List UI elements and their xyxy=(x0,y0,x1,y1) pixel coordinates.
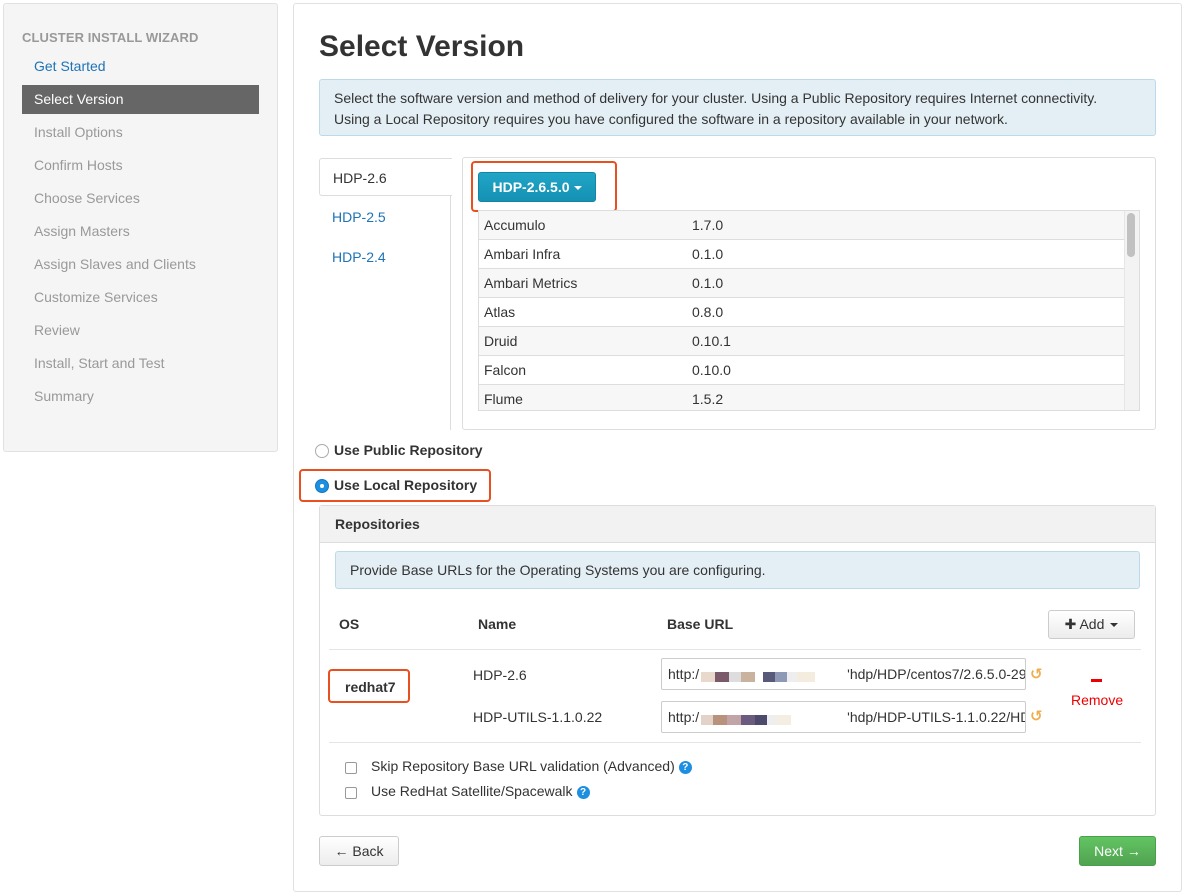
intro-line-1: Select the software version and method o… xyxy=(334,90,1098,106)
service-version: 0.1.0 xyxy=(692,275,724,291)
service-name: Flume xyxy=(484,391,523,407)
service-version: 0.8.0 xyxy=(692,304,724,320)
satellite-label: Use RedHat Satellite/Spacewalk? xyxy=(371,783,590,799)
step-review: Review xyxy=(34,322,80,338)
remove-os-link[interactable]: Remove xyxy=(1071,692,1123,708)
wizard-title: CLUSTER INSTALL WIZARD xyxy=(22,30,199,45)
step-customize-services: Customize Services xyxy=(34,289,158,305)
next-button[interactable]: Next → xyxy=(1079,836,1156,866)
service-version: 0.10.0 xyxy=(692,362,731,378)
remove-icon[interactable] xyxy=(1091,679,1102,682)
table-row: Flume 1.5.2 xyxy=(479,385,1139,410)
help-icon[interactable]: ? xyxy=(576,786,590,799)
add-label: Add xyxy=(1079,616,1105,632)
base-url-hdp-input[interactable]: http:/ 'hdp/HDP/centos7/2.6.5.0-292 xyxy=(661,658,1026,690)
services-table: Accumulo 1.7.0 Ambari Infra 0.1.0 Ambari M… xyxy=(478,210,1140,411)
plus-icon: ✚ xyxy=(1064,616,1077,632)
add-os-button[interactable]: ✚ Add xyxy=(1048,610,1135,639)
url-suffix: 'hdp/HDP/centos7/2.6.5.0-292 xyxy=(847,666,1026,682)
service-name: Atlas xyxy=(484,304,516,320)
step-summary: Summary xyxy=(34,388,94,404)
undo-icon[interactable]: ↺ xyxy=(1030,665,1043,683)
step-assign-masters: Assign Masters xyxy=(34,223,130,239)
url-prefix: http:/ xyxy=(668,709,700,725)
radio-public-repo[interactable] xyxy=(315,444,329,458)
base-url-hdp-utils-input[interactable]: http:/ 'hdp/HDP-UTILS-1.1.0.22/HDP-I xyxy=(661,701,1026,733)
version-tabs: HDP-2.6 HDP-2.5 HDP-2.4 xyxy=(319,158,463,430)
blurred-host xyxy=(701,660,845,689)
wizard-steps: Get Started Select Version Install Optio… xyxy=(22,52,259,415)
satellite-text: Use RedHat Satellite/Spacewalk xyxy=(371,783,573,799)
undo-icon[interactable]: ↺ xyxy=(1030,707,1043,725)
service-version: 0.1.0 xyxy=(692,246,724,262)
satellite-checkbox[interactable] xyxy=(345,787,357,799)
step-install-start-test: Install, Start and Test xyxy=(34,355,165,371)
skip-validation-label: Skip Repository Base URL validation (Adv… xyxy=(371,758,692,774)
step-assign-slaves: Assign Slaves and Clients xyxy=(34,256,196,272)
table-row: Falcon 0.10.0 xyxy=(479,356,1139,385)
step-install-options: Install Options xyxy=(34,124,123,140)
service-name: Ambari Metrics xyxy=(484,275,578,291)
service-name: Ambari Infra xyxy=(484,246,561,262)
tab-hdp-2-5[interactable]: HDP-2.5 xyxy=(319,198,451,236)
url-suffix: 'hdp/HDP-UTILS-1.1.0.22/HDP-I xyxy=(847,709,1025,725)
service-version: 0.10.1 xyxy=(692,333,731,349)
table-row: Accumulo 1.7.0 xyxy=(479,211,1139,240)
radio-public-label[interactable]: Use Public Repository xyxy=(334,442,483,458)
step-choose-services: Choose Services xyxy=(34,190,140,206)
wizard-sidebar: CLUSTER INSTALL WIZARD Get Started Selec… xyxy=(3,3,278,452)
tab-divider xyxy=(450,196,451,430)
tab-hdp-2-4[interactable]: HDP-2.4 xyxy=(319,238,451,276)
step-confirm-hosts: Confirm Hosts xyxy=(34,157,123,173)
repositories-header: Repositories xyxy=(320,506,1155,543)
table-row: Atlas 0.8.0 xyxy=(479,298,1139,327)
service-name: Druid xyxy=(484,333,518,349)
table-row: Druid 0.10.1 xyxy=(479,327,1139,356)
url-prefix: http:/ xyxy=(668,666,700,682)
services-scroll-thumb[interactable] xyxy=(1127,213,1135,257)
repo-name-hdp-utils: HDP-UTILS-1.1.0.22 xyxy=(473,709,603,725)
divider xyxy=(329,742,1141,743)
intro-line-2: Using a Local Repository requires you ha… xyxy=(334,111,1008,127)
table-row: Ambari Metrics 0.1.0 xyxy=(479,269,1139,298)
help-icon[interactable]: ? xyxy=(678,761,692,774)
step-select-version[interactable]: Select Version xyxy=(22,85,259,114)
service-name: Falcon xyxy=(484,362,527,378)
skip-validation-text: Skip Repository Base URL validation (Adv… xyxy=(371,758,675,774)
col-base-url: Base URL xyxy=(667,616,734,632)
blurred-host xyxy=(701,703,845,732)
highlight-version xyxy=(471,161,617,212)
highlight-os xyxy=(328,669,410,703)
table-row: Ambari Infra 0.1.0 xyxy=(479,240,1139,269)
service-version: 1.5.2 xyxy=(692,391,724,407)
page-title: Select Version xyxy=(319,30,525,63)
back-button[interactable]: ← Back xyxy=(319,836,399,866)
skip-validation-checkbox[interactable] xyxy=(345,762,357,774)
highlight-local-repo xyxy=(299,469,491,502)
col-os: OS xyxy=(339,616,360,632)
col-name: Name xyxy=(478,616,517,632)
repositories-info: Provide Base URLs for the Operating Syst… xyxy=(335,551,1140,589)
divider xyxy=(329,649,1141,650)
service-version: 1.7.0 xyxy=(692,217,724,233)
step-get-started[interactable]: Get Started xyxy=(22,52,259,81)
repo-name-hdp: HDP-2.6 xyxy=(473,667,527,683)
tab-hdp-2-6[interactable]: HDP-2.6 xyxy=(319,158,452,196)
service-name: Accumulo xyxy=(484,217,546,233)
intro-alert: Select the software version and method o… xyxy=(319,79,1156,136)
caret-down-icon xyxy=(1110,623,1119,628)
